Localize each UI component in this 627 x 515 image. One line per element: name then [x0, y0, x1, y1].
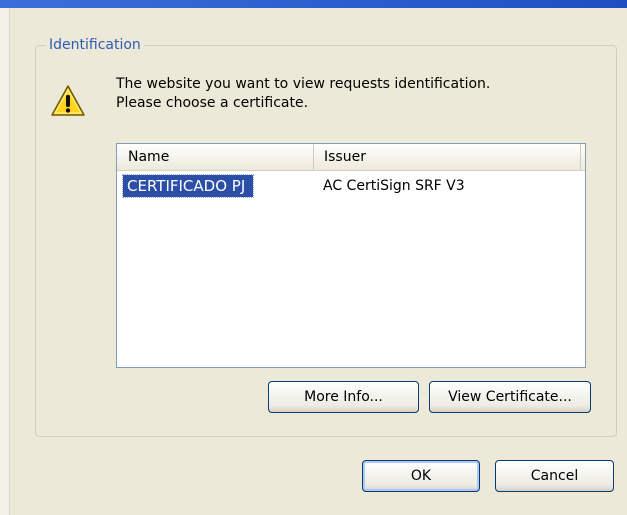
message-line-2: Please choose a certificate.	[116, 95, 309, 111]
column-header-issuer[interactable]: Issuer	[314, 144, 581, 170]
title-bar	[0, 0, 627, 8]
view-certificate-button[interactable]: View Certificate...	[429, 381, 591, 413]
more-info-button[interactable]: More Info...	[268, 381, 419, 413]
certificate-list[interactable]: Name Issuer CERTIFICADO PJ AC CertiSign …	[116, 143, 586, 368]
cancel-button[interactable]: Cancel	[495, 460, 614, 492]
warning-icon	[51, 85, 85, 116]
list-header: Name Issuer	[117, 144, 585, 171]
ok-button[interactable]: OK	[362, 460, 480, 492]
dialog-message: The website you want to view requests id…	[116, 75, 596, 113]
message-line-1: The website you want to view requests id…	[116, 76, 491, 92]
group-title: Identification	[46, 37, 144, 53]
list-item[interactable]: CERTIFICADO PJ AC CertiSign SRF V3	[117, 174, 585, 199]
column-header-name[interactable]: Name	[117, 144, 314, 170]
certificate-issuer[interactable]: AC CertiSign SRF V3	[323, 175, 465, 197]
certificate-name[interactable]: CERTIFICADO PJ	[121, 174, 255, 198]
window-edge	[0, 8, 10, 515]
dialog-window: Identification The website you want to v…	[0, 0, 627, 515]
